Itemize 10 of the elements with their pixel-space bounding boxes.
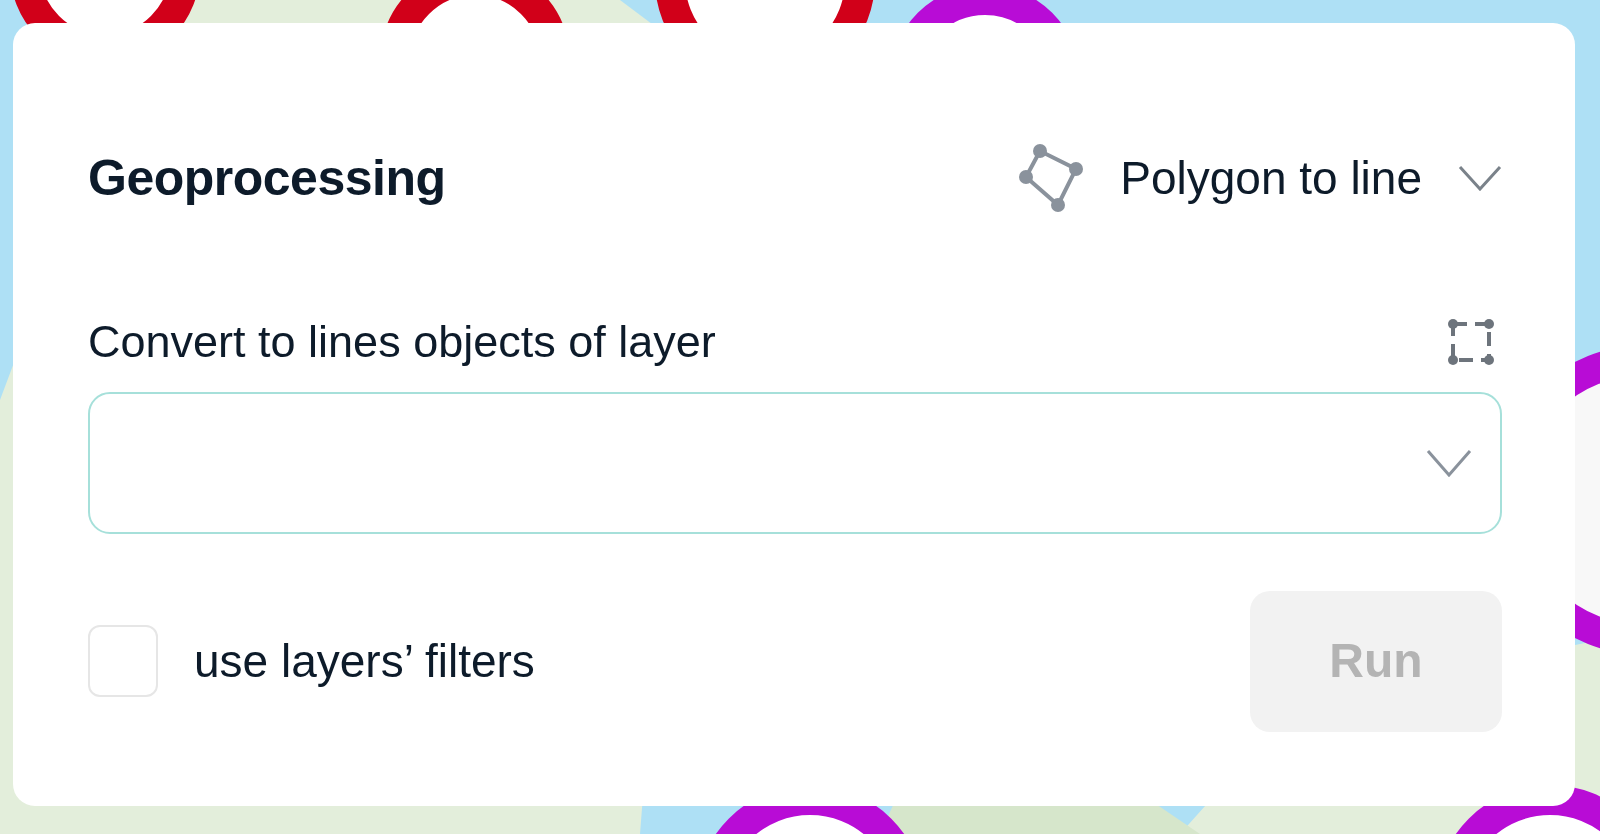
chevron-down-icon <box>1426 448 1472 477</box>
checkbox[interactable] <box>88 625 158 697</box>
selection-frame-icon[interactable] <box>1448 318 1494 365</box>
layer-select[interactable] <box>88 391 1502 534</box>
field-label: Convert to lines objects of layer <box>88 315 716 369</box>
operation-dropdown[interactable]: Polygon to line <box>1018 143 1502 213</box>
panel-title: Geoprocessing <box>88 149 446 208</box>
checkbox-label: use layers’ filters <box>194 633 535 689</box>
chevron-down-icon <box>1458 165 1502 191</box>
polygon-icon <box>1018 143 1085 213</box>
